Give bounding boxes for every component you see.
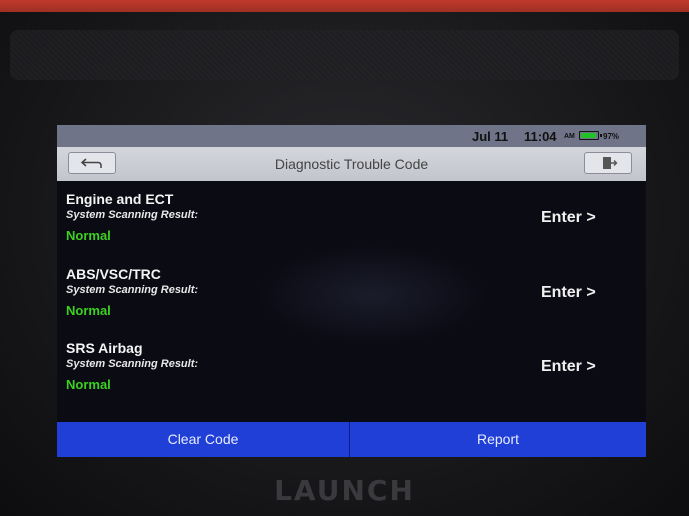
scan-status: Normal	[66, 303, 111, 318]
status-ampm: AM	[564, 133, 575, 140]
clear-code-button[interactable]: Clear Code	[57, 422, 349, 457]
title-bar: Diagnostic Trouble Code	[57, 147, 646, 181]
scan-status: Normal	[66, 377, 111, 392]
scan-status: Normal	[66, 228, 111, 243]
exit-button[interactable]	[584, 152, 632, 174]
scan-result-label: System Scanning Result:	[66, 358, 199, 370]
enter-button[interactable]: Enter >	[541, 358, 596, 376]
enter-button[interactable]: Enter >	[541, 209, 596, 227]
status-bar: Jul 11 11:04 AM 97%	[57, 125, 646, 147]
system-item-engine: Engine and ECT System Scanning Result: N…	[57, 181, 646, 257]
page-title: Diagnostic Trouble Code	[274, 156, 429, 172]
battery-icon	[579, 131, 602, 140]
device-screen: Jul 11 11:04 AM 97% Diagnostic Trouble C…	[57, 125, 646, 457]
exit-icon	[603, 157, 618, 169]
action-bar: Clear Code Report	[57, 422, 646, 457]
enter-button[interactable]: Enter >	[541, 284, 596, 302]
system-name: Engine and ECT	[66, 191, 174, 207]
system-item-abs: ABS/VSC/TRC System Scanning Result: Norm…	[57, 256, 646, 332]
device-texture	[10, 30, 679, 80]
system-name: SRS Airbag	[66, 340, 143, 356]
battery-level: 97%	[603, 132, 620, 141]
brand-logo: LAUNCH	[274, 474, 415, 507]
report-button[interactable]: Report	[350, 422, 646, 457]
status-time: 11:04	[524, 129, 557, 144]
status-date: Jul 11	[472, 129, 509, 144]
system-name: ABS/VSC/TRC	[66, 266, 161, 282]
scan-result-label: System Scanning Result:	[66, 284, 199, 296]
system-item-srs: SRS Airbag System Scanning Result: Norma…	[57, 330, 646, 406]
scan-result-label: System Scanning Result:	[66, 209, 199, 221]
system-list: Engine and ECT System Scanning Result: N…	[57, 181, 646, 422]
